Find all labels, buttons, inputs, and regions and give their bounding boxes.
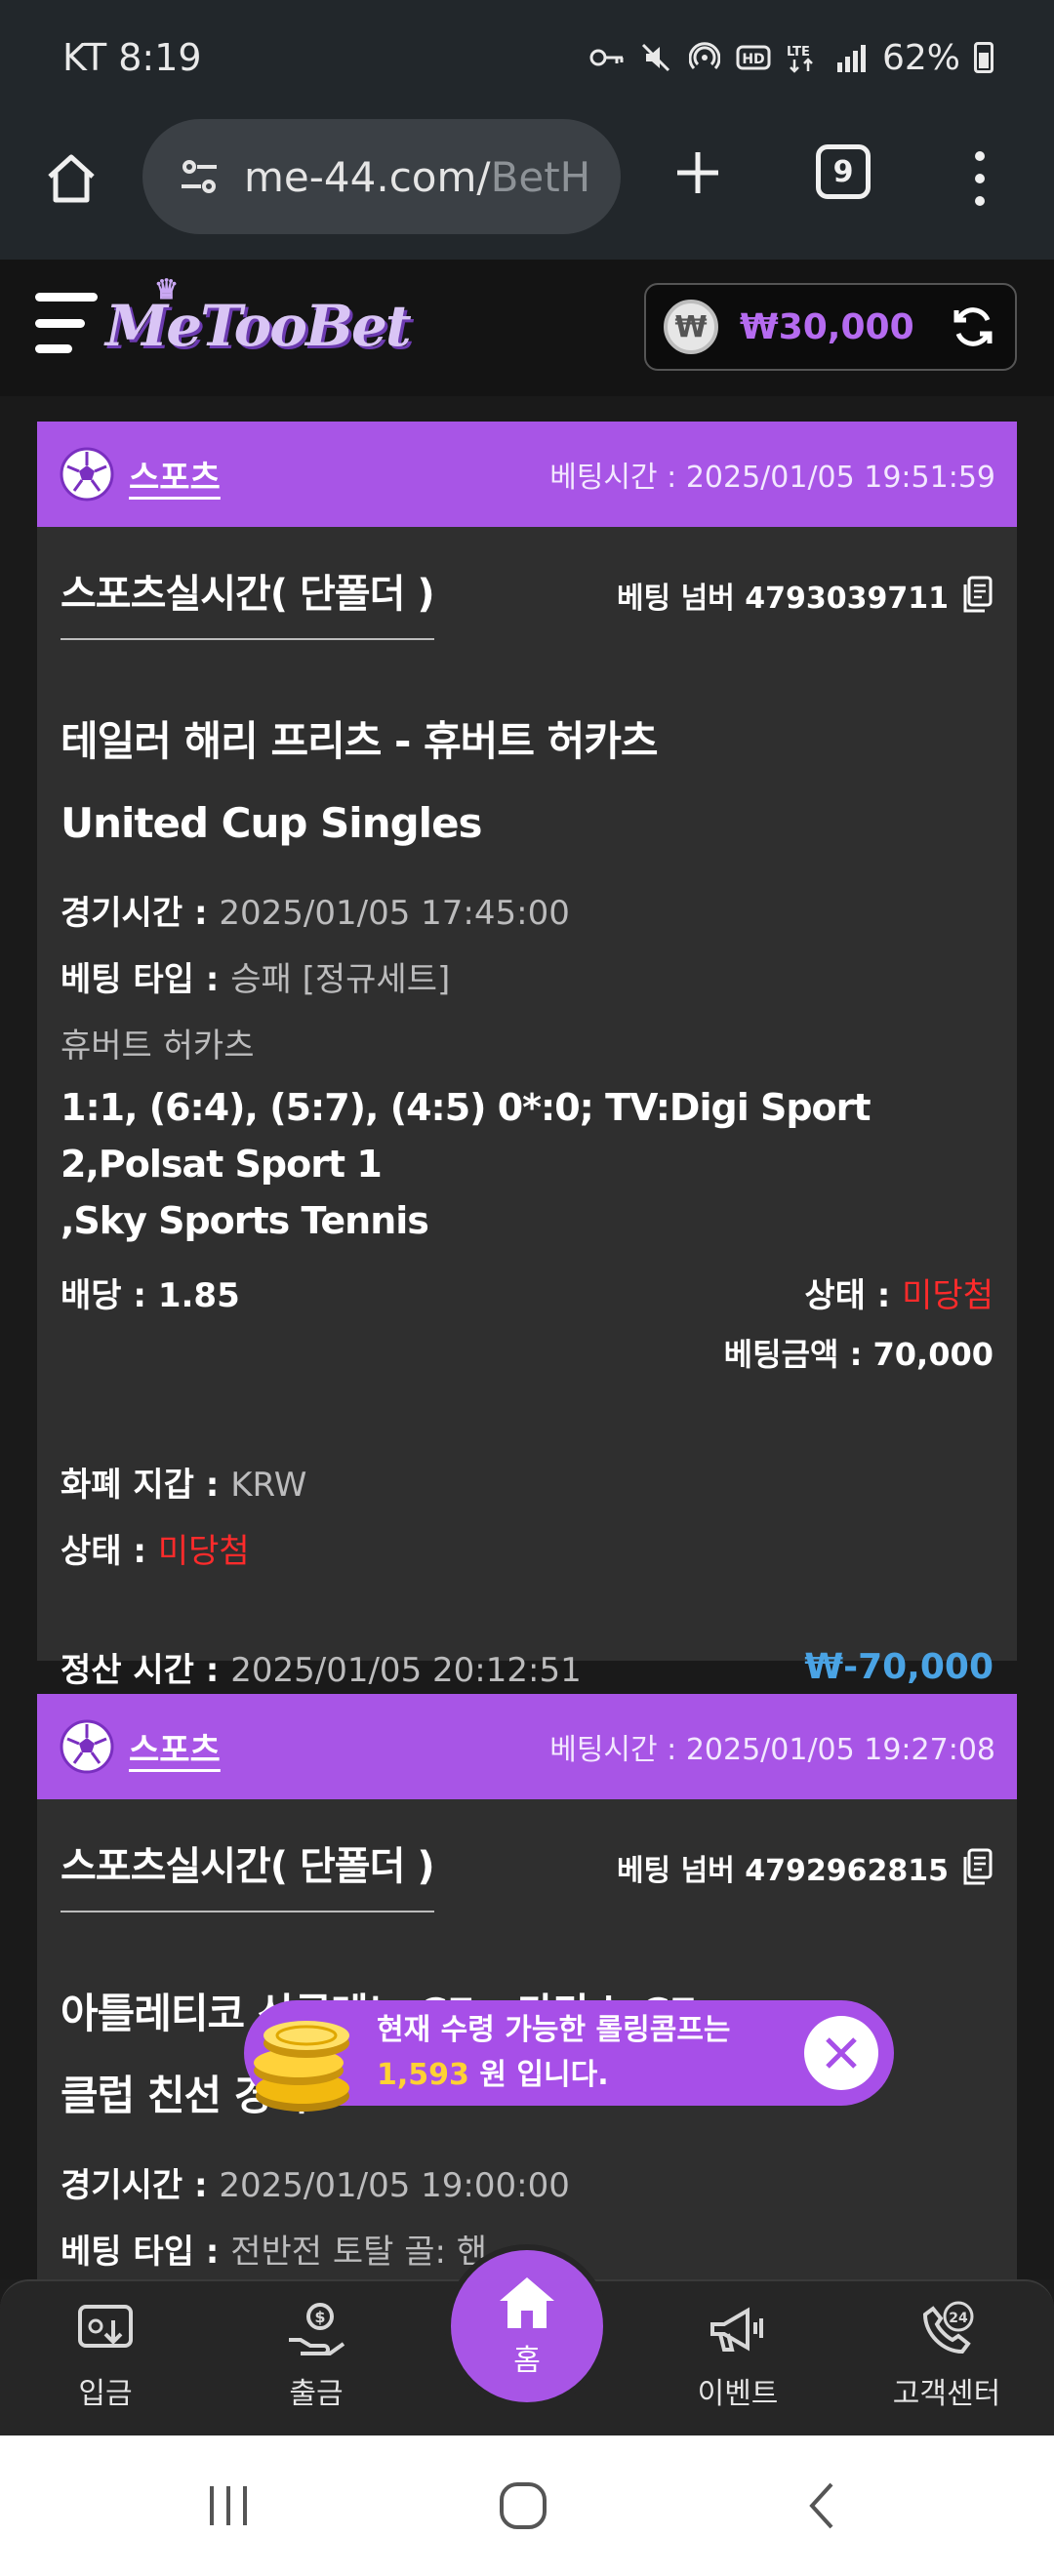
svg-text:$: $ [314, 2308, 325, 2326]
balance-amount: ₩30,000 [740, 306, 914, 347]
game-time-row: 경기시간 : 2025/01/05 17:45:00 [61, 894, 570, 933]
home-icon [500, 2277, 554, 2328]
refresh-icon[interactable] [949, 302, 997, 351]
toast-close-button[interactable] [804, 2016, 878, 2090]
nav-event[interactable]: 이벤트 [669, 2299, 806, 2412]
withdraw-icon: $ [289, 2303, 345, 2355]
bet-card-header: 스포츠 베팅시간 : 2025/01/05 19:51:59 [37, 422, 1017, 527]
bet-history-list: 스포츠 베팅시간 : 2025/01/05 19:51:59 스포츠실시간( 단… [0, 396, 1054, 2279]
bet-category[interactable]: 스포츠 [129, 1723, 221, 1771]
game-time-row: 경기시간 : 2025/01/05 19:00:00 [61, 2166, 570, 2205]
bet-number: 베팅 넘버 4792962815 [617, 1846, 993, 1889]
currency-row: 화폐 지갑 : KRW [61, 1466, 307, 1505]
won-coin-icon: ₩ [664, 300, 718, 354]
status-time: KT 8:19 [62, 36, 202, 79]
soccer-ball-icon [60, 1719, 114, 1774]
settle-time: 정산 시간 : 2025/01/05 20:12:51 [61, 1650, 582, 1690]
recent-apps-icon [210, 2486, 247, 2525]
url-text: me-44.com/BetH [244, 152, 591, 201]
score-info: 1:1, (6:4), (5:7), (4:5) 0*:0; TV:Digi S… [61, 1086, 872, 1242]
payout-amount: ₩-70,000 [804, 1646, 993, 1687]
nav-home[interactable]: 홈 [445, 2244, 609, 2408]
bet-type-row: 베팅 타입 : 승패 [정규세트] [61, 960, 451, 999]
status-icons: HD LTE 62% [589, 38, 993, 78]
signal-icon [833, 43, 869, 72]
svg-text:24: 24 [949, 2311, 968, 2326]
bet-card-header: 스포츠 베팅시간 : 2025/01/05 19:27:08 [37, 1694, 1017, 1799]
key-icon [589, 43, 625, 72]
copy-icon[interactable] [960, 1848, 993, 1887]
nav-deposit[interactable]: 입금 [37, 2299, 174, 2412]
hd-icon: HD [736, 43, 771, 72]
megaphone-icon [710, 2307, 763, 2352]
browser-toolbar: me-44.com/BetH 9 [0, 115, 1054, 260]
svg-text:HD: HD [742, 52, 764, 67]
copy-icon[interactable] [960, 576, 993, 615]
deposit-icon [78, 2305, 133, 2348]
back-chevron-icon [809, 2482, 833, 2529]
toast-message: 현재 수령 가능한 롤링콤프는 1,593 원 입니다. [377, 2013, 731, 2092]
bet-time: 베팅시간 : 2025/01/05 19:51:59 [549, 461, 995, 495]
more-menu-button[interactable] [960, 144, 999, 213]
odds-status-row: 배당 : 1.85 상태 : 미당첨 [61, 1259, 993, 1325]
site-logo[interactable]: ♛ MeTooBet [105, 273, 412, 359]
odds: 배당 : 1.85 [61, 1275, 240, 1315]
nav-support[interactable]: 24 고객센터 [878, 2299, 1015, 2412]
match-title: 테일러 해리 프리츠 - 휴버트 허카츠 United Cup Singles [61, 717, 659, 847]
lte-icon: LTE [785, 43, 820, 73]
soccer-ball-icon [60, 447, 114, 502]
status-bar: KT 8:19 HD LTE 62% [0, 0, 1054, 115]
settle-row: 정산 시간 : 2025/01/05 20:12:51 ₩-70,000 [61, 1633, 993, 1700]
svg-text:LTE: LTE [787, 45, 810, 60]
home-system-button[interactable] [494, 2480, 552, 2531]
bet-amount: 베팅금액 : 70,000 [723, 1336, 993, 1373]
address-bar[interactable]: me-44.com/BetH [142, 119, 621, 234]
recent-apps-button[interactable] [199, 2480, 258, 2531]
site-header: ♛ MeTooBet ₩ ₩30,000 [0, 260, 1054, 396]
menu-icon[interactable] [35, 293, 98, 353]
home-circle-icon [500, 2482, 547, 2529]
bet-card: 스포츠 베팅시간 : 2025/01/05 19:27:08 스포츠실시간( 단… [37, 1694, 1017, 2279]
nav-withdraw[interactable]: $ 출금 [248, 2299, 385, 2412]
status-row: 상태 : 미당첨 [61, 1532, 250, 1571]
bet-card: 스포츠 베팅시간 : 2025/01/05 19:51:59 스포츠실시간( 단… [37, 422, 1017, 1690]
tab-switcher-button[interactable]: 9 [816, 144, 871, 199]
site-settings-icon[interactable] [178, 155, 221, 198]
mute-icon [638, 43, 673, 72]
browser-home-button[interactable] [37, 144, 105, 213]
battery-icon [974, 42, 993, 73]
hotspot-icon [687, 42, 722, 72]
bet-type-title: 스포츠실시간( 단폴더 ) [61, 527, 435, 640]
bet-time: 베팅시간 : 2025/01/05 19:27:08 [549, 1733, 995, 1767]
new-tab-button[interactable] [664, 139, 732, 207]
bet-type-title: 스포츠실시간( 단폴더 ) [61, 1799, 435, 1912]
status: 상태 : 미당첨 [804, 1275, 993, 1315]
back-button[interactable] [792, 2480, 851, 2531]
gold-coins-icon [254, 2021, 349, 2112]
system-nav-bar [0, 2435, 1054, 2576]
phone-24-icon: 24 [922, 2301, 974, 2355]
bet-category[interactable]: 스포츠 [129, 451, 221, 499]
crown-icon: ♛ [154, 273, 179, 305]
selection: 휴버트 허카츠 [61, 1026, 255, 1066]
home-icon [48, 154, 95, 203]
bet-number: 베팅 넘버 4793039711 [617, 574, 993, 617]
wallet-balance: ₩ ₩30,000 [644, 283, 1017, 371]
bet-card-body: 스포츠실시간( 단폴더 ) 베팅 넘버 4793039711 테일러 해리 프리… [37, 527, 1017, 1700]
plus-icon [677, 152, 718, 193]
close-icon [826, 2037, 857, 2069]
battery-percent: 62% [881, 37, 960, 78]
